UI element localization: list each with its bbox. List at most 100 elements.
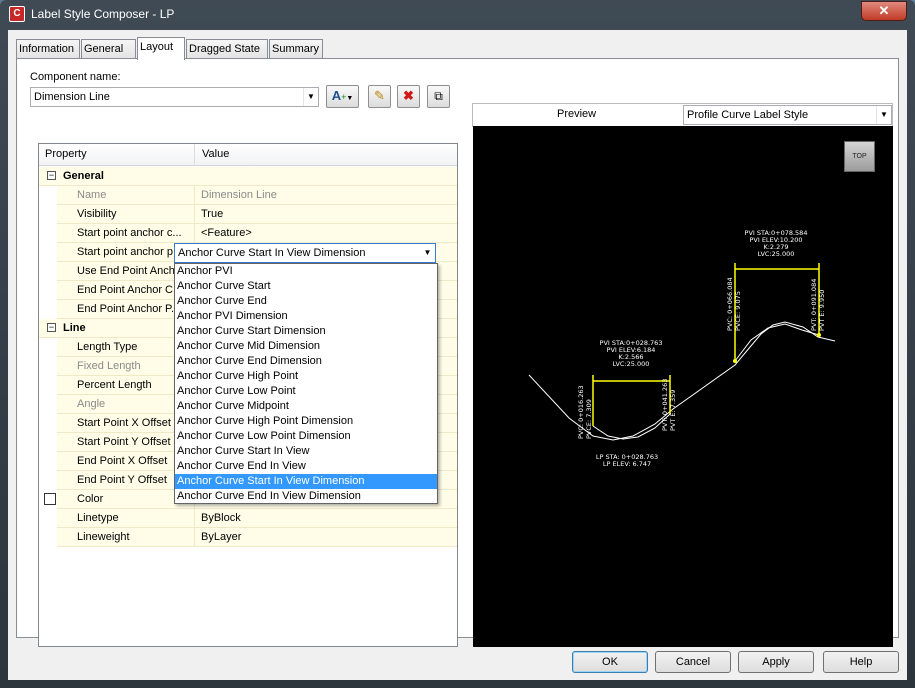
dialog-window: C Label Style Composer - LP ✕ Informatio…: [0, 0, 915, 688]
value-column-header: Value: [202, 148, 230, 160]
window-title: Label Style Composer - LP: [31, 7, 175, 21]
anchor-point-current-value: Anchor Curve Start In View Dimension: [178, 247, 366, 259]
property-name: Start point anchor c...: [57, 224, 195, 243]
sag-pvt-sta-text: PVT: 0+041.263: [661, 379, 669, 431]
component-name-select[interactable]: Dimension Line ▼: [30, 87, 319, 107]
property-name: Lineweight: [57, 528, 195, 547]
row-gutter: [39, 509, 57, 528]
property-value[interactable]: ByLayer: [195, 528, 457, 547]
delete-icon: ✖: [403, 88, 414, 103]
component-name-label: Component name:: [30, 71, 121, 83]
row-gutter: [39, 376, 57, 395]
crest-pvt-marker: [817, 333, 821, 337]
row-gutter: [39, 224, 57, 243]
anchor-option[interactable]: Anchor Curve End In View: [175, 459, 437, 474]
row-gutter: [39, 281, 57, 300]
sag-pvc-elev-text: PVCE: 7.309: [585, 399, 593, 439]
property-name: General: [39, 167, 195, 186]
anchor-option[interactable]: Anchor Curve Start Dimension: [175, 324, 437, 339]
anchor-point-select[interactable]: Anchor Curve Start In View Dimension ▼: [174, 243, 436, 263]
property-name: Line: [39, 319, 195, 338]
crest-pvc-elev-text: PVCE: 9.075: [734, 291, 742, 331]
grid-property-row[interactable]: Linetype ByBlock: [39, 509, 457, 528]
column-separator[interactable]: [194, 144, 195, 166]
tab-general[interactable]: General: [81, 39, 136, 59]
row-gutter: [39, 395, 57, 414]
tab-summary[interactable]: Summary: [269, 39, 323, 59]
row-gutter: [39, 414, 57, 433]
copy-component-button[interactable]: ✎: [368, 85, 391, 108]
property-name: Name: [57, 186, 195, 205]
anchor-option[interactable]: Anchor Curve End: [175, 294, 437, 309]
property-value[interactable]: Dimension Line: [195, 186, 457, 205]
profile-grade-line: [528, 321, 836, 441]
title-bar[interactable]: C Label Style Composer - LP ✕: [0, 0, 915, 30]
sag-pvt-elev-text: PVT E: 7.359: [669, 390, 677, 431]
row-gutter: [39, 338, 57, 357]
component-draw-order-button[interactable]: ⧉: [427, 85, 450, 108]
app-icon: C: [9, 6, 25, 22]
text-component-icon: A: [331, 88, 342, 103]
dialog-client: Information General Layout Dragged State…: [8, 30, 907, 680]
preview-style-value: Profile Curve Label Style: [687, 109, 809, 121]
anchor-option[interactable]: Anchor Curve Low Point Dimension: [175, 429, 437, 444]
crest-pvc-sta-text: PVC: 0+066.084: [726, 277, 734, 331]
grid-category-row[interactable]: − General: [39, 167, 457, 186]
grid-header: Property Value: [39, 144, 457, 166]
tab-dragged-state[interactable]: Dragged State: [186, 39, 268, 59]
row-gutter: [39, 452, 57, 471]
grid-property-row[interactable]: Start point anchor c... <Feature>: [39, 224, 457, 243]
property-value[interactable]: True: [195, 205, 457, 224]
crest-pvt-elev-text: PVT E: 9.950: [818, 290, 826, 331]
row-gutter: [39, 357, 57, 376]
cancel-button[interactable]: Cancel: [655, 651, 731, 673]
collapse-icon[interactable]: −: [47, 323, 56, 332]
layout-tab-panel: Component name: Dimension Line ▼ A+▼ ✎ ✖…: [16, 58, 899, 647]
row-gutter: [39, 528, 57, 547]
anchor-option[interactable]: Anchor Curve Start In View Dimension: [175, 474, 437, 489]
anchor-point-dropdown-list: Anchor PVI Anchor Curve Start Anchor Curve…: [174, 263, 438, 504]
sag-pvc-sta-text: PVC: 0+016.263: [577, 385, 585, 439]
anchor-option[interactable]: Anchor PVI Dimension: [175, 309, 437, 324]
ok-button[interactable]: OK: [572, 651, 648, 673]
copy-component-icon: ✎: [374, 88, 385, 103]
color-swatch-icon[interactable]: [44, 493, 56, 505]
preview-canvas[interactable]: TOP PVI STA:0+078.584 PVI ELEV:10.200 K:…: [473, 126, 893, 647]
draw-order-icon: ⧉: [434, 89, 443, 103]
help-button[interactable]: Help: [823, 651, 899, 673]
grid-property-row[interactable]: Name Dimension Line: [39, 186, 457, 205]
apply-button[interactable]: Apply: [738, 651, 814, 673]
preview-style-select[interactable]: Profile Curve Label Style ▼: [683, 105, 892, 125]
crest-lvc-text: LVC:25.000: [758, 250, 795, 258]
property-value[interactable]: <Feature>: [195, 224, 457, 243]
component-name-value: Dimension Line: [34, 91, 110, 103]
delete-component-button[interactable]: ✖: [397, 85, 420, 108]
property-column-header: Property: [45, 148, 87, 160]
create-text-component-button[interactable]: A+▼: [326, 85, 359, 108]
tab-layout[interactable]: Layout: [137, 37, 185, 60]
collapse-icon[interactable]: −: [47, 171, 56, 180]
tab-information[interactable]: Information: [16, 39, 80, 59]
row-gutter: [39, 471, 57, 490]
property-value[interactable]: ByBlock: [195, 509, 457, 528]
anchor-option[interactable]: Anchor PVI: [175, 264, 437, 279]
anchor-option[interactable]: Anchor Curve End Dimension: [175, 354, 437, 369]
anchor-option[interactable]: Anchor Curve Midpoint: [175, 399, 437, 414]
anchor-option[interactable]: Anchor Curve High Point Dimension: [175, 414, 437, 429]
anchor-option[interactable]: Anchor Curve Start In View: [175, 444, 437, 459]
chevron-down-icon: ▼: [876, 106, 891, 124]
sag-lvc-text: LVC:25.000: [613, 360, 650, 368]
row-gutter: [39, 186, 57, 205]
row-gutter: [39, 205, 57, 224]
anchor-option[interactable]: Anchor Curve End In View Dimension: [175, 489, 437, 504]
anchor-option[interactable]: Anchor Curve Low Point: [175, 384, 437, 399]
anchor-option[interactable]: Anchor Curve Start: [175, 279, 437, 294]
close-button[interactable]: ✕: [861, 1, 907, 21]
anchor-option[interactable]: Anchor Curve Mid Dimension: [175, 339, 437, 354]
profile-preview-drawing: PVI STA:0+078.584 PVI ELEV:10.200 K:2.27…: [528, 229, 836, 468]
grid-property-row[interactable]: Lineweight ByLayer: [39, 528, 457, 547]
anchor-option[interactable]: Anchor Curve High Point: [175, 369, 437, 384]
sag-lp-elev-text: LP ELEV: 6.747: [603, 460, 651, 468]
grid-property-row[interactable]: Visibility True: [39, 205, 457, 224]
sag-vertical-curve: [592, 413, 671, 440]
